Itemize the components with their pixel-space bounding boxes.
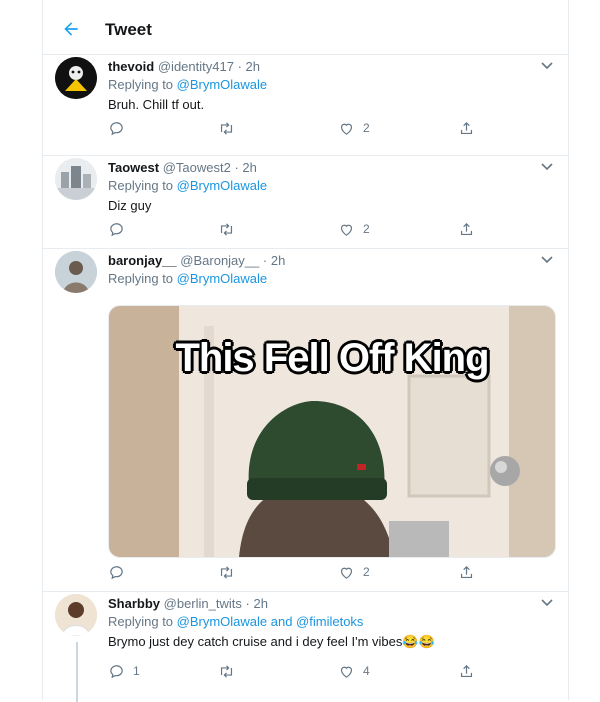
- tweet-text: Bruh. Chill tf out.: [108, 97, 205, 112]
- replying-to: Replying to @BrymOlawale: [108, 178, 267, 193]
- share-button[interactable]: [458, 662, 475, 680]
- reply-icon: [110, 664, 123, 678]
- like-count: 4: [363, 664, 370, 678]
- avatar[interactable]: [55, 594, 97, 636]
- like-icon: [340, 123, 353, 135]
- tweet-actions: 2: [108, 119, 488, 139]
- share-button[interactable]: [458, 119, 475, 137]
- chevron-down-icon[interactable]: [540, 162, 554, 172]
- chevron-down-icon[interactable]: [540, 255, 554, 265]
- share-icon: [460, 222, 473, 235]
- retweet-button[interactable]: [218, 563, 243, 581]
- reply-icon: [110, 222, 123, 236]
- reply-count: 1: [133, 664, 140, 678]
- mention-link[interactable]: @BrymOlawale: [177, 77, 268, 92]
- retweet-button[interactable]: [218, 220, 243, 238]
- back-arrow-icon[interactable]: [61, 19, 81, 39]
- reply-button[interactable]: [108, 119, 133, 137]
- mention-link[interactable]: @BrymOlawale: [177, 271, 268, 286]
- reply-button[interactable]: [108, 220, 133, 238]
- page-title: Tweet: [105, 20, 152, 39]
- timeline-column: Tweet thevoid @identity417 · 2h Replying…: [42, 0, 569, 702]
- like-button[interactable]: 2: [338, 119, 370, 137]
- avatar[interactable]: [55, 251, 97, 293]
- tweet-actions: 2: [108, 220, 488, 240]
- retweet-icon: [220, 565, 233, 579]
- display-name[interactable]: thevoid: [108, 59, 154, 74]
- timestamp[interactable]: 2h: [246, 59, 260, 74]
- replying-to-label: Replying to: [108, 77, 177, 92]
- share-button[interactable]: [458, 563, 475, 581]
- retweet-icon: [220, 222, 233, 236]
- avatar[interactable]: [55, 158, 97, 200]
- reply-icon: [110, 121, 123, 135]
- separator-dot: ·: [237, 59, 242, 74]
- share-button[interactable]: [458, 220, 475, 238]
- share-icon: [460, 121, 473, 134]
- display-name[interactable]: Taowest: [108, 160, 159, 175]
- like-count: 2: [363, 565, 370, 579]
- thread-line: [76, 642, 78, 702]
- tweet[interactable]: Sharbby @berlin_twits · 2h Replying to @…: [43, 592, 568, 702]
- like-icon: [340, 224, 353, 236]
- tweet[interactable]: baronjay__ @Baronjay__ · 2h Replying to …: [43, 249, 568, 592]
- reply-button[interactable]: [108, 563, 133, 581]
- tweet[interactable]: Taowest @Taowest2 · 2h Replying to @Brym…: [43, 156, 568, 249]
- timestamp[interactable]: 2h: [271, 253, 285, 268]
- share-icon: [460, 565, 473, 578]
- chevron-down-icon[interactable]: [540, 61, 554, 71]
- media-caption: This Fell Off King: [175, 336, 489, 380]
- like-button[interactable]: 2: [338, 563, 370, 581]
- like-button[interactable]: 4: [338, 662, 370, 680]
- timestamp[interactable]: 2h: [242, 160, 256, 175]
- tweet-header: baronjay__ @Baronjay__ · 2h: [108, 253, 285, 268]
- like-icon: [340, 666, 353, 678]
- user-handle[interactable]: @Baronjay__: [180, 253, 259, 268]
- reply-icon: [110, 565, 123, 579]
- retweet-icon: [220, 121, 233, 135]
- timestamp[interactable]: 2h: [253, 596, 267, 611]
- avatar[interactable]: [55, 57, 97, 99]
- retweet-icon: [220, 664, 233, 678]
- like-count: 2: [363, 222, 370, 236]
- retweet-button[interactable]: [218, 119, 243, 137]
- replying-to: Replying to @BrymOlawale: [108, 77, 267, 92]
- tweet-text: Diz guy: [108, 198, 152, 213]
- tweet-header: thevoid @identity417 · 2h: [108, 59, 260, 74]
- separator-dot: ·: [245, 596, 250, 611]
- user-handle[interactable]: @Taowest2: [163, 160, 231, 175]
- tweet[interactable]: thevoid @identity417 · 2h Replying to @B…: [43, 55, 568, 156]
- like-button[interactable]: 2: [338, 220, 370, 238]
- replying-to-label: Replying to: [108, 614, 177, 629]
- user-handle[interactable]: @identity417: [158, 59, 234, 74]
- tweet-header: Taowest @Taowest2 · 2h: [108, 160, 257, 175]
- mention-link[interactable]: @BrymOlawale and @fimiletoks: [177, 614, 364, 629]
- share-icon: [460, 664, 473, 677]
- mention-link[interactable]: @BrymOlawale: [177, 178, 268, 193]
- replying-to-label: Replying to: [108, 271, 177, 286]
- display-name[interactable]: Sharbby: [108, 596, 160, 611]
- tweet-header: Sharbby @berlin_twits · 2h: [108, 596, 268, 611]
- chevron-down-icon[interactable]: [540, 598, 554, 608]
- replying-to: Replying to @BrymOlawale and @fimiletoks: [108, 614, 363, 629]
- user-handle[interactable]: @berlin_twits: [164, 596, 242, 611]
- replying-to-label: Replying to: [108, 178, 177, 193]
- display-name[interactable]: baronjay__: [108, 253, 177, 268]
- like-icon: [340, 567, 353, 579]
- replying-to: Replying to @BrymOlawale: [108, 271, 267, 286]
- tweet-media-gif[interactable]: This Fell Off King: [108, 305, 556, 558]
- reply-button[interactable]: 1: [108, 662, 140, 680]
- tweet-actions: 1 4: [108, 662, 488, 682]
- retweet-button[interactable]: [218, 662, 243, 680]
- page-header: Tweet: [43, 0, 568, 55]
- separator-dot: ·: [234, 160, 239, 175]
- tweet-text: Brymo just dey catch cruise and i dey fe…: [108, 634, 435, 649]
- separator-dot: ·: [262, 253, 268, 268]
- like-count: 2: [363, 121, 370, 135]
- tweet-actions: 2: [108, 563, 488, 583]
